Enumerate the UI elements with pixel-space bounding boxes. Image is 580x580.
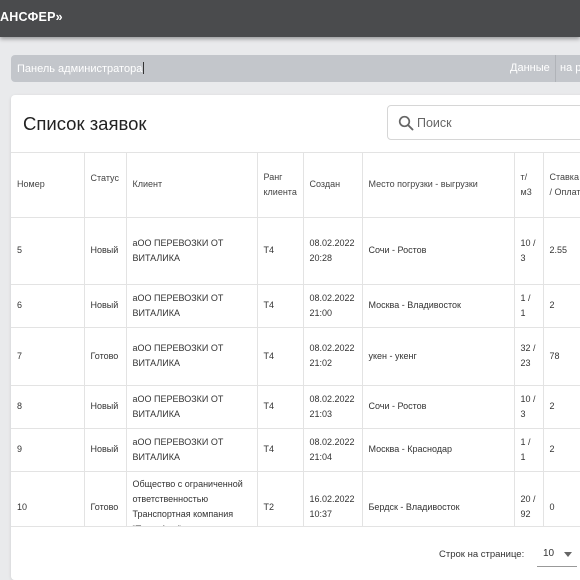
cell-number: 9	[11, 428, 85, 472]
cell-rank: Т4	[257, 385, 304, 429]
top-app-bar: АНСФЕР»	[0, 0, 580, 37]
breadcrumb: Панель администратора Данные на р	[11, 55, 580, 82]
cell-created: 08.02.2022 21:03	[303, 385, 363, 429]
cell-created: 08.02.2022 21:00	[303, 284, 363, 328]
cell-rate: 78	[543, 327, 580, 386]
table-row[interactable]: 7 Готово аОО ПЕРЕВОЗКИ ОТ ВИТАЛИКА Т4 08…	[11, 327, 580, 386]
breadcrumb-data-link[interactable]: Данные	[510, 55, 550, 82]
table-header-row: Номер Статус Клиент Ранг клиента Создан …	[11, 153, 580, 218]
cell-client: аОО ПЕРЕВОЗКИ ОТ ВИТАЛИКА	[126, 385, 258, 429]
app-brand[interactable]: АНСФЕР»	[0, 10, 63, 24]
cell-weight: 1 / 1	[514, 284, 544, 328]
header-created[interactable]: Создан	[303, 153, 363, 218]
cell-client: аОО ПЕРЕВОЗКИ ОТ ВИТАЛИКА	[126, 327, 258, 386]
cell-rank: Т4	[257, 217, 304, 285]
requests-table-container[interactable]: Номер Статус Клиент Ранг клиента Создан …	[11, 152, 580, 526]
cell-created: 08.02.2022 20:28	[303, 217, 363, 285]
rows-per-page-label: Строк на странице:	[439, 549, 525, 560]
cell-number: 8	[11, 385, 85, 429]
cell-rate: 2	[543, 385, 580, 429]
cell-status: Готово	[84, 471, 127, 526]
cell-created: 08.02.2022 21:02	[303, 327, 363, 386]
rows-per-page-select[interactable]: 10	[537, 539, 577, 567]
cell-created: 08.02.2022 21:04	[303, 428, 363, 472]
cell-client: аОО ПЕРЕВОЗКИ ОТ ВИТАЛИКА	[126, 428, 258, 472]
table-row[interactable]: 5 Новый аОО ПЕРЕВОЗКИ ОТ ВИТАЛИКА Т4 08.…	[11, 217, 580, 285]
header-client[interactable]: Клиент	[126, 153, 258, 218]
cell-route: укен - укенг	[362, 327, 515, 386]
cell-number: 10	[11, 471, 85, 526]
cell-rank: Т4	[257, 284, 304, 328]
table-row[interactable]: 6 Новый аОО ПЕРЕВОЗКИ ОТ ВИТАЛИКА Т4 08.…	[11, 284, 580, 328]
cell-client: аОО ПЕРЕВОЗКИ ОТ ВИТАЛИКА	[126, 217, 258, 285]
cell-status: Новый	[84, 284, 127, 328]
cell-route: Москва - Краснодар	[362, 428, 515, 472]
cell-client: Общество с ограниченной ответственностью…	[126, 471, 258, 526]
page-title: Список заявок	[23, 113, 147, 134]
cell-status: Готово	[84, 327, 127, 386]
cell-number: 6	[11, 284, 85, 328]
cell-route: Москва - Владивосток	[362, 284, 515, 328]
header-rate[interactable]: Ставка К / Оплата	[543, 153, 580, 218]
header-number[interactable]: Номер	[11, 153, 85, 218]
cell-weight: 1 / 1	[514, 428, 544, 472]
cell-rank: Т4	[257, 327, 304, 386]
cell-route: Сочи - Ростов	[362, 385, 515, 429]
breadcrumb-next-link[interactable]: на р	[560, 62, 580, 74]
header-route[interactable]: Место погрузки - выгрузки	[362, 153, 515, 218]
header-rank[interactable]: Ранг клиента	[257, 153, 304, 218]
cell-status: Новый	[84, 385, 127, 429]
cell-number: 7	[11, 327, 85, 386]
cell-route: Сочи - Ростов	[362, 217, 515, 285]
header-weight[interactable]: т/ м3	[514, 153, 544, 218]
search-box[interactable]	[387, 105, 580, 140]
cell-status: Новый	[84, 428, 127, 472]
cell-weight: 20 / 92	[514, 471, 544, 526]
cell-weight: 10 / 3	[514, 217, 544, 285]
search-input[interactable]	[417, 114, 580, 132]
cell-weight: 32 / 23	[514, 327, 544, 386]
table-row[interactable]: 10 Готово Общество с ограниченной ответс…	[11, 471, 580, 526]
cell-rank: Т2	[257, 471, 304, 526]
cell-rate: 2	[543, 428, 580, 472]
cell-rate: 2	[543, 284, 580, 328]
cell-client: аОО ПЕРЕВОЗКИ ОТ ВИТАЛИКА	[126, 284, 258, 328]
breadcrumb-divider	[555, 55, 556, 82]
table-row[interactable]: 8 Новый аОО ПЕРЕВОЗКИ ОТ ВИТАЛИКА Т4 08.…	[11, 385, 580, 429]
cell-weight: 10 / 3	[514, 385, 544, 429]
cell-number: 5	[11, 217, 85, 285]
table-row[interactable]: 9 Новый аОО ПЕРЕВОЗКИ ОТ ВИТАЛИКА Т4 08.…	[11, 428, 580, 472]
search-icon	[398, 115, 414, 131]
cell-rate: 2.55	[543, 217, 580, 285]
requests-card: Список заявок Номер Статус Клиент Ранг к…	[11, 95, 580, 580]
requests-table: Номер Статус Клиент Ранг клиента Создан …	[11, 153, 580, 526]
cell-status: Новый	[84, 217, 127, 285]
cell-rank: Т4	[257, 428, 304, 472]
pagination-footer: Строк на странице: 10	[11, 526, 580, 580]
cell-rate: 0	[543, 471, 580, 526]
breadcrumb-current: Панель администратора	[17, 62, 145, 75]
cell-route: Бердск - Владивосток	[362, 471, 515, 526]
header-status[interactable]: Статус	[84, 153, 127, 218]
rows-per-page-value: 10	[543, 548, 555, 559]
cell-created: 16.02.2022 10:37	[303, 471, 363, 526]
chevron-down-icon	[564, 552, 572, 557]
